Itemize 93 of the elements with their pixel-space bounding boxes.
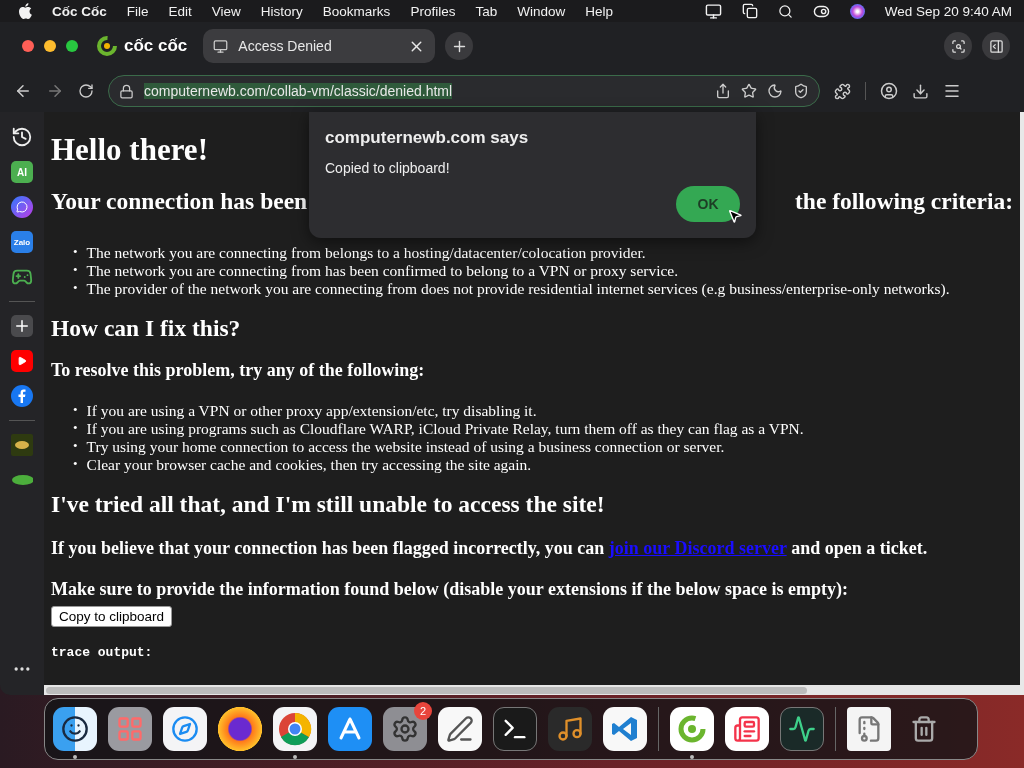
dialog-title: computernewb.com says [325,128,530,148]
menu-item[interactable]: Profiles [410,3,456,19]
page-title: Hello there! [51,132,208,168]
zalo-icon[interactable]: Zalo [11,231,33,253]
list-item: If you are using a VPN or other proxy app/extension/etc, try disabling it. [86,400,537,420]
section-heading: the following criteria: [795,188,1013,215]
activity-monitor-icon[interactable] [780,707,824,751]
bullet: • [73,243,78,261]
launchpad-icon[interactable] [108,707,152,751]
coccoc-icon[interactable] [670,707,714,751]
bullet: • [73,279,78,297]
menu-item[interactable]: Bookmarks [322,3,391,19]
lock-icon [119,83,134,99]
bullet: • [73,437,78,455]
section-heading: I've tried all that, and I'm still unable to access the site! [51,491,605,518]
archive-file-icon[interactable] [847,707,891,751]
instruction-text: Make sure to provide the information found below (disable your extensions if the below space is empty): [51,579,848,600]
section-heading: How can I fix this? [51,315,241,342]
menu-item[interactable]: Window [517,3,566,19]
firefox-icon[interactable] [218,707,262,751]
messenger-icon[interactable] [11,196,33,218]
bullet: • [73,261,78,279]
browser-logo-icon [96,35,118,57]
close-window-button[interactable] [22,40,34,52]
history-icon[interactable] [11,126,33,148]
list-item: The provider of the network you are connecting from does not provide residential internet services (e.g business/enterprise-only networks). [86,279,950,298]
dark-mode-icon[interactable] [767,83,783,99]
reload-icon[interactable] [78,83,94,99]
download-icon[interactable] [912,82,929,100]
menu-item[interactable]: View [211,3,241,19]
add-button[interactable] [11,315,33,337]
code-editor-icon[interactable] [603,707,647,751]
bookmark-icon[interactable] [741,83,757,99]
menu-icon[interactable] [943,82,961,100]
url-text: computernewb.com/collab-vm/classic/denied.html [144,83,454,99]
clock[interactable]: Wed Sep 20 9:40 AM [884,3,1012,19]
section-intro: To resolve this problem, try any of the following: [51,360,425,381]
address-bar[interactable]: computernewb.com/collab-vm/classic/denied.html [108,75,820,107]
bullet: • [73,401,78,419]
forward-icon[interactable] [46,82,64,100]
help-text: If you believe that your connection has been flagged incorrectly, you can join our Discord server and open a ticket. [51,538,928,559]
menu-item[interactable]: Edit [168,3,192,19]
facebook-icon[interactable] [11,385,33,407]
sidebar-toggle-button[interactable] [982,32,1010,60]
mouse-cursor-icon [727,208,743,224]
minimize-window-button[interactable] [44,40,56,52]
zoom-window-button[interactable] [66,40,78,52]
share-icon[interactable] [715,83,731,99]
settings-icon[interactable] [383,707,427,751]
app-menu[interactable]: Cốc Cốc [52,3,107,19]
list-item: The network you are connecting from belongs to a hosting/datacenter/colocation provider. [86,242,646,262]
bullet: • [73,455,78,473]
youtube-icon[interactable] [11,350,33,372]
menu-item[interactable]: File [126,3,149,19]
copy-button[interactable]: Copy to clipboard [51,606,173,627]
screenshot-button[interactable] [944,32,972,60]
list-item: Clear your browser cache and cookies, then try accessing the site again. [86,455,532,474]
panel-icon [988,38,1004,54]
search-icon[interactable] [777,3,793,19]
menu-item[interactable]: Tab [475,3,498,19]
text-editor-icon[interactable] [438,707,482,751]
display-icon[interactable] [704,2,722,20]
scrollbar[interactable] [44,685,1020,695]
menu-item[interactable]: History [260,3,303,19]
trace-output: trace output: [51,645,153,660]
scan-icon [950,38,966,54]
compass-icon[interactable] [163,707,207,751]
new-tab-button[interactable] [445,32,474,60]
list-item: Try using your home connection to access the website instead of using a business connection or server. [86,437,725,456]
dialog-message: Copied to clipboard! [325,160,451,176]
profile-icon[interactable] [880,82,898,100]
extensions-icon[interactable] [834,82,851,100]
list-item: If you are using programs such as Cloudflare WARP, iCloud Private Relay, turn them off as they can flag as a VPN. [86,419,804,438]
plus-icon [13,317,31,335]
page-icon [213,38,229,54]
notification-badge: 2 [414,702,432,720]
section-heading: Your connection has been [51,188,308,215]
ok-button[interactable]: OK [676,186,740,222]
list-item: The network you are connecting from has been confirmed to belong to a VPN or proxy service. [86,261,679,280]
app-store-icon[interactable] [328,707,372,751]
windows-icon[interactable] [741,3,758,19]
apple-logo-icon[interactable] [18,3,32,19]
news-icon[interactable] [725,707,769,751]
back-icon[interactable] [14,82,32,100]
browser-logo-text: cốc cốc [124,36,188,56]
finder-icon[interactable] [53,707,97,751]
shield-icon[interactable] [793,83,809,99]
browser-tab[interactable]: Access Denied [203,29,436,63]
siri-icon[interactable] [849,3,865,19]
menu-item[interactable]: Help [585,3,613,19]
terminal-icon[interactable] [493,707,537,751]
bullet: • [73,419,78,437]
chrome-icon[interactable] [273,707,317,751]
